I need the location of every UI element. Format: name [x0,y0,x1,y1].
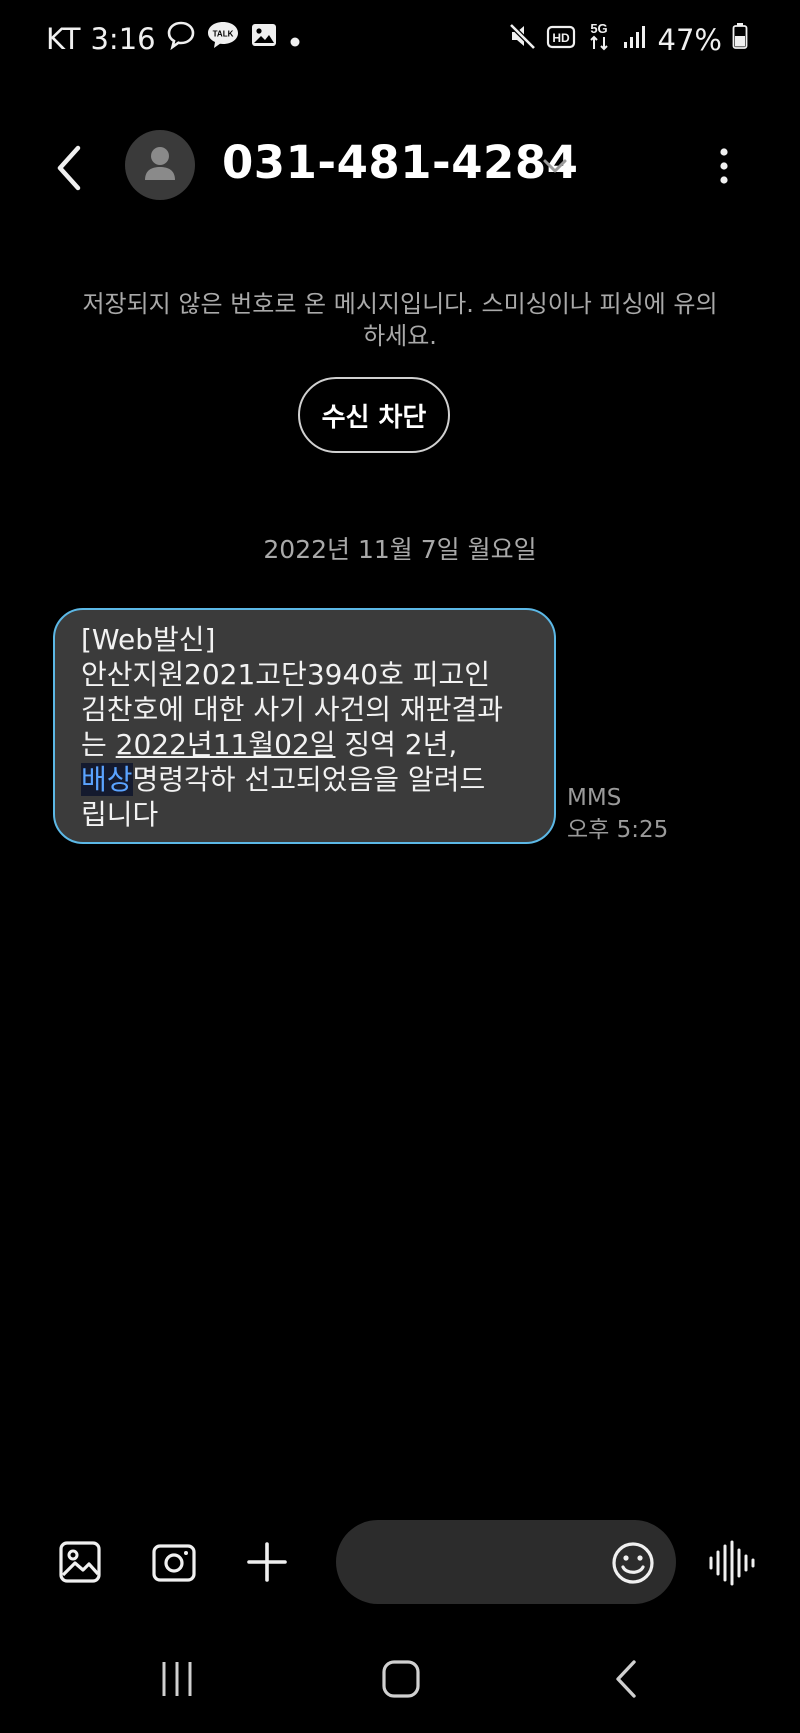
message-line: 는 2022년11월02일 징역 2년, [81,727,528,762]
mute-icon [508,22,536,57]
gallery-button[interactable] [56,1538,104,1586]
recent-apps-icon [162,1662,192,1696]
hd-voice-icon: HD [546,23,576,57]
message-type: MMS [567,785,622,811]
voice-record-button[interactable] [707,1540,757,1586]
signal-strength-icon [622,23,648,57]
battery-percent: 47% [657,22,722,57]
back-arrow-icon [57,145,81,191]
date-link[interactable]: 2022년11월02일 [116,728,336,761]
hd-badge-text: HD [552,31,570,45]
more-notifications-dot-icon [288,22,302,56]
home-icon [382,1660,420,1698]
more-options-button[interactable] [712,146,736,186]
network-5g-icon: 5G [586,20,612,59]
message-line: 립니다 [81,798,159,831]
message-text: 는 [81,728,116,761]
message-meta: MMS 오후 5:25 [567,782,668,846]
block-sender-button[interactable]: 수신 차단 [298,377,450,453]
clock: 3:16 [90,21,156,56]
battery-icon [732,22,748,57]
message-line: 김찬호에 대한 사기 사건의 재판결과 [81,693,504,726]
image-icon [59,1541,101,1583]
contact-number[interactable]: 031-481-4284 [222,136,578,189]
voice-wave-icon [709,1540,755,1586]
home-button[interactable] [380,1656,422,1702]
status-bar: KT 3:16 TALK HD 5G 47% [0,0,800,76]
chevron-down-icon [543,159,567,173]
camera-icon [152,1544,196,1582]
message-line: [Web발신] [81,623,216,656]
message-bubble[interactable]: [Web발신] 안산지원2021고단3940호 피고인 김찬호에 대한 사기 사… [53,608,556,844]
contact-avatar[interactable] [125,130,195,200]
message-text: 징역 2년, [335,728,458,761]
contact-expand-button[interactable] [540,154,570,178]
message-text: 명령각하 선고되었음을 알려드 [132,763,486,796]
message-line: 안산지원2021고단3940호 피고인 [81,658,491,691]
talk-badge-text: TALK [212,30,233,39]
carrier: KT [46,21,81,56]
back-chevron-icon [616,1660,636,1698]
plus-icon [247,1542,287,1582]
selected-text[interactable]: 배상 [81,763,133,796]
more-vertical-icon [720,148,728,184]
unsaved-number-warning: 저장되지 않은 번호로 온 메시지입니다. 스미싱이나 피싱에 유의하세요. [82,290,718,350]
message-time: 오후 5:25 [567,817,669,843]
emoji-icon [612,1542,654,1584]
person-icon [145,147,175,180]
gallery-notification-icon [250,21,278,56]
network-type-text: 5G [590,21,607,36]
kakaotalk-icon: TALK [206,20,240,57]
back-button[interactable] [50,140,90,196]
recent-apps-button[interactable] [160,1656,194,1702]
system-back-button[interactable] [610,1656,644,1702]
date-divider: 2022년 11월 7일 월요일 [263,535,537,564]
attach-more-button[interactable] [243,1538,291,1586]
chat-bubble-icon [166,20,196,57]
message-line: 배상명령각하 선고되었음을 알려드 [81,762,528,797]
camera-button[interactable] [150,1538,198,1586]
emoji-button[interactable] [610,1540,656,1586]
